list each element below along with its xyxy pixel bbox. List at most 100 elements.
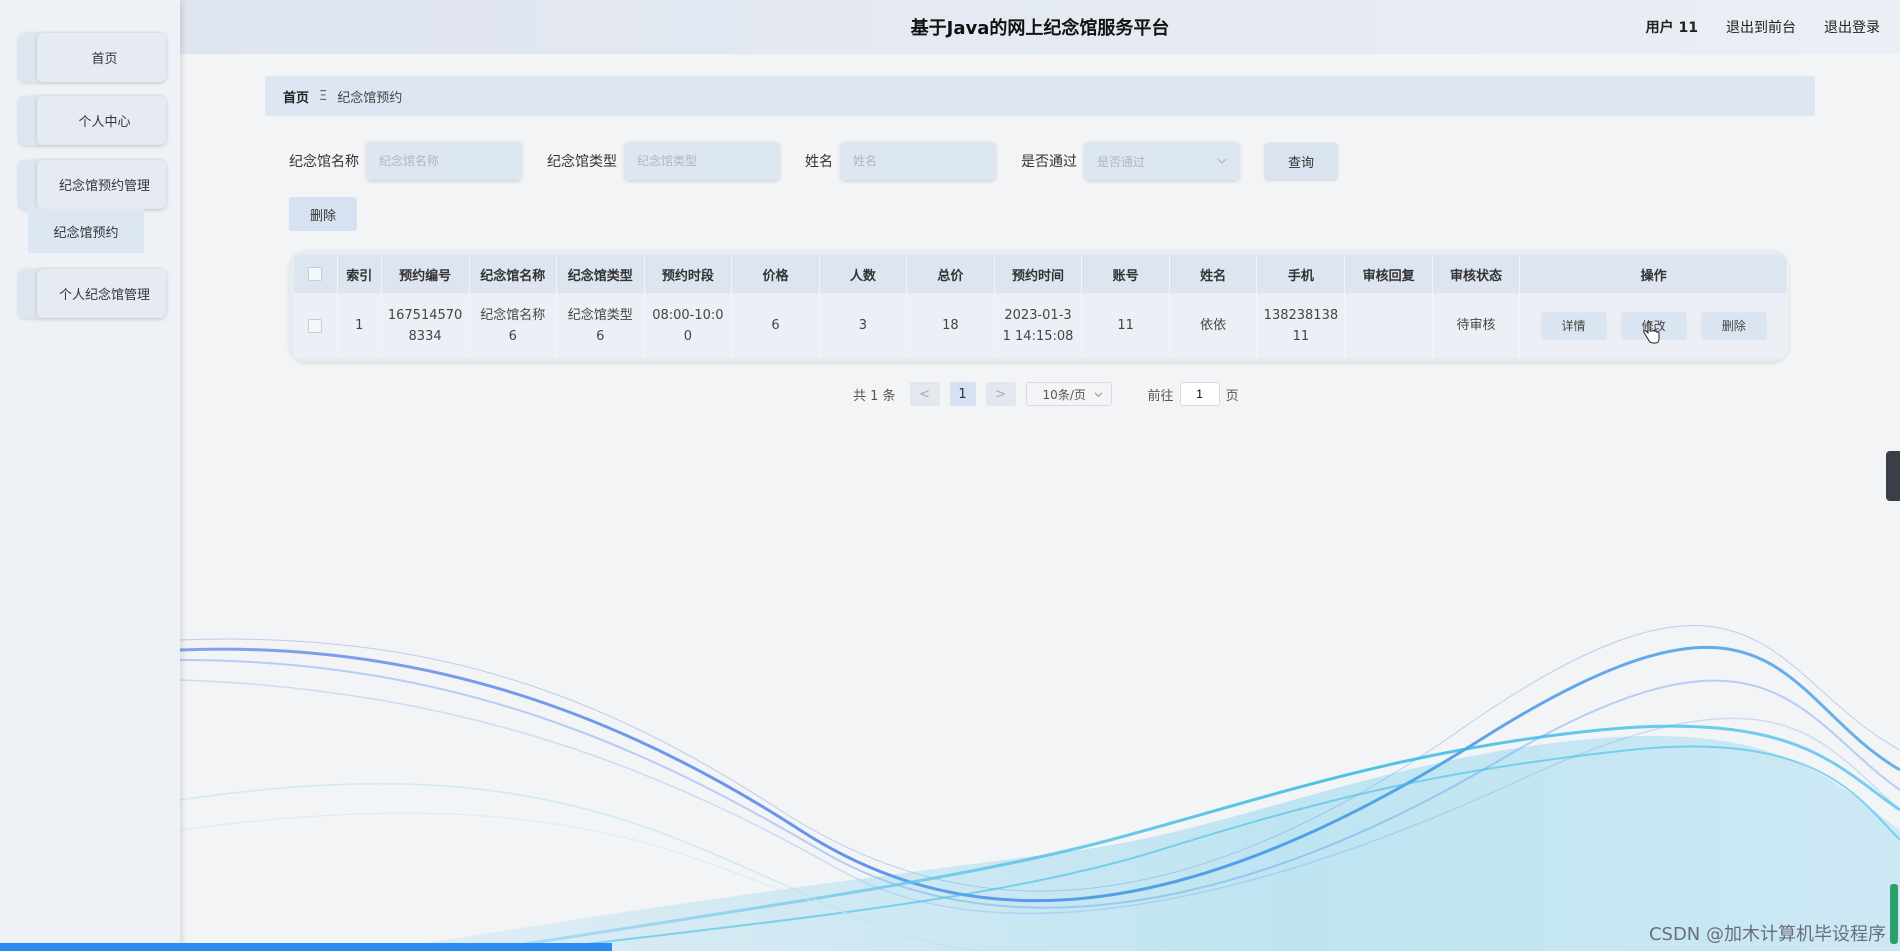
sidebar-item-personal-hall-management[interactable]: 个人纪念馆管理 bbox=[19, 269, 166, 318]
select-all-checkbox[interactable] bbox=[308, 267, 323, 281]
hand-cursor-icon bbox=[1643, 322, 1660, 344]
cell-line: 1 14:15:08 bbox=[1002, 328, 1074, 344]
cell-line: 167514570 bbox=[387, 307, 463, 323]
search-form: 纪念馆名称 纪念馆类型 姓名 是否通过 是否通过 查询 bbox=[289, 142, 1337, 180]
cell-line: 6 bbox=[596, 328, 605, 344]
hall-name-label: 纪念馆名称 bbox=[289, 154, 359, 170]
cell-line: 138238138 bbox=[1263, 307, 1339, 323]
column-header: 审核状态 bbox=[1432, 255, 1521, 293]
booking-table: 索引 预约编号 纪念馆名称 纪念馆类型 预约时段 价格 人数 总价 预约时间 账… bbox=[290, 251, 1788, 362]
cell-name: 依依 bbox=[1169, 293, 1258, 358]
page-size-select[interactable]: 10条/页 bbox=[1025, 382, 1112, 406]
breadcrumb-separator-icon: Ξ bbox=[319, 88, 328, 104]
cell-line: 纪念馆名称 bbox=[480, 307, 546, 323]
sidebar-item-label: 首页 bbox=[91, 52, 118, 67]
column-header: 姓名 bbox=[1169, 255, 1258, 293]
name-input[interactable] bbox=[841, 142, 995, 180]
pass-select[interactable]: 是否通过 bbox=[1085, 142, 1239, 180]
cell-line: 8334 bbox=[408, 328, 442, 344]
batch-delete-button[interactable]: 删除 bbox=[289, 197, 357, 231]
column-header: 操作 bbox=[1519, 255, 1788, 293]
side-collapse-tab[interactable] bbox=[1886, 451, 1900, 501]
cell-line: 纪念馆类型 bbox=[567, 307, 633, 323]
sidebar-item-label: 个人中心 bbox=[78, 115, 131, 130]
query-button[interactable]: 查询 bbox=[1265, 143, 1337, 179]
sidebar-item-label: 纪念馆预约管理 bbox=[58, 179, 150, 194]
app-root: 首页 个人中心 纪念馆预约管理 纪念馆预约 个人纪念馆管理 基于Java的网上纪… bbox=[0, 0, 1900, 951]
cell-hall-type: 纪念馆类型 6 bbox=[556, 293, 645, 358]
chevron-down-icon bbox=[1217, 158, 1227, 164]
page-suffix: 页 bbox=[1225, 388, 1239, 404]
prev-page-button[interactable]: < bbox=[909, 382, 940, 406]
cell-hall-name: 纪念馆名称 6 bbox=[469, 293, 558, 358]
row-checkbox[interactable] bbox=[308, 318, 323, 333]
cell-total: 18 bbox=[906, 293, 995, 358]
watermark: CSDN @加木计算机毕设程序 bbox=[1648, 924, 1886, 945]
goto-label: 前往 bbox=[1147, 388, 1174, 404]
column-header: 索引 bbox=[337, 255, 382, 293]
progress-bar bbox=[0, 943, 612, 951]
row-select-cell bbox=[294, 293, 338, 358]
select-all-cell bbox=[294, 255, 338, 293]
cell-phone: 138238138 11 bbox=[1256, 293, 1346, 358]
breadcrumb-home[interactable]: 首页 bbox=[283, 87, 309, 106]
pagination-total: 共 1 条 bbox=[853, 388, 896, 404]
pass-select-placeholder: 是否通过 bbox=[1097, 154, 1146, 169]
breadcrumb-current: 纪念馆预约 bbox=[337, 90, 403, 106]
column-header: 手机 bbox=[1256, 255, 1346, 293]
cell-line: 2023-01-3 bbox=[1004, 307, 1072, 323]
table-row: 1 167514570 8334 纪念馆名称 6 纪念馆类型 6 08:00-10:0… bbox=[294, 293, 1788, 358]
status-indicator bbox=[1890, 884, 1898, 944]
column-header: 预约时间 bbox=[994, 255, 1083, 293]
cell-line: 6 bbox=[508, 328, 517, 344]
header-actions: 用户 11 退出到前台 退出登录 bbox=[1646, 17, 1880, 37]
table-header-row: 索引 预约编号 纪念馆名称 纪念馆类型 预约时段 价格 人数 总价 预约时间 账… bbox=[294, 255, 1788, 293]
sidebar-item-home[interactable]: 首页 bbox=[19, 33, 166, 82]
sidebar-item-label: 个人纪念馆管理 bbox=[58, 288, 150, 303]
app-title: 基于Java的网上纪念馆服务平台 bbox=[910, 18, 1170, 39]
page-number-button[interactable]: 1 bbox=[949, 382, 976, 406]
cell-booking-no: 167514570 8334 bbox=[381, 293, 470, 358]
cell-booking-time: 2023-01-3 1 14:15:08 bbox=[994, 293, 1083, 358]
chevron-down-icon bbox=[1094, 391, 1103, 397]
pass-label: 是否通过 bbox=[1021, 154, 1077, 170]
cell-line: 08:00-10:0 bbox=[652, 307, 724, 323]
goto-page-input[interactable] bbox=[1179, 382, 1220, 406]
sidebar-subitem-booking[interactable]: 纪念馆预约 bbox=[28, 209, 144, 253]
sidebar-item-personal-center[interactable]: 个人中心 bbox=[19, 96, 166, 145]
hall-name-input[interactable] bbox=[367, 142, 521, 180]
cell-line: 0 bbox=[683, 328, 693, 344]
breadcrumb: 首页 Ξ 纪念馆预约 bbox=[265, 76, 1815, 116]
cell-index: 1 bbox=[337, 293, 382, 358]
name-label: 姓名 bbox=[805, 154, 833, 170]
column-header: 账号 bbox=[1081, 255, 1170, 293]
column-header: 审核回复 bbox=[1344, 255, 1433, 293]
cell-status: 待审核 bbox=[1432, 293, 1521, 358]
column-header: 预约时段 bbox=[644, 255, 733, 293]
cell-people: 3 bbox=[819, 293, 908, 358]
cell-price: 6 bbox=[731, 293, 820, 358]
logout-link[interactable]: 退出登录 bbox=[1824, 17, 1880, 37]
row-delete-button[interactable]: 删除 bbox=[1700, 311, 1767, 340]
page-size-value: 10条/页 bbox=[1042, 387, 1086, 402]
sidebar-item-booking-management[interactable]: 纪念馆预约管理 bbox=[19, 160, 166, 209]
top-header: 基于Java的网上纪念馆服务平台 用户 11 退出到前台 退出登录 bbox=[180, 0, 1900, 54]
column-header: 预约编号 bbox=[381, 255, 470, 293]
pagination: 共 1 条 < 1 > 10条/页 前往 页 bbox=[853, 382, 1239, 406]
exit-to-front-link[interactable]: 退出到前台 bbox=[1726, 17, 1796, 37]
decorative-wave-background bbox=[180, 625, 1900, 951]
column-header: 价格 bbox=[731, 255, 820, 293]
cell-slot: 08:00-10:0 0 bbox=[644, 293, 733, 358]
sidebar-subitem-label: 纪念馆预约 bbox=[53, 225, 119, 241]
detail-button[interactable]: 详情 bbox=[1540, 311, 1607, 340]
user-label: 用户 11 bbox=[1645, 20, 1698, 36]
next-page-button[interactable]: > bbox=[985, 382, 1016, 406]
cell-reply bbox=[1344, 293, 1433, 358]
cell-account: 11 bbox=[1081, 293, 1170, 358]
hall-type-input[interactable] bbox=[625, 142, 779, 180]
column-header: 人数 bbox=[819, 255, 908, 293]
column-header: 纪念馆类型 bbox=[556, 255, 645, 293]
column-header: 总价 bbox=[906, 255, 995, 293]
sidebar: 首页 个人中心 纪念馆预约管理 纪念馆预约 个人纪念馆管理 bbox=[0, 0, 180, 951]
column-header: 纪念馆名称 bbox=[469, 255, 558, 293]
